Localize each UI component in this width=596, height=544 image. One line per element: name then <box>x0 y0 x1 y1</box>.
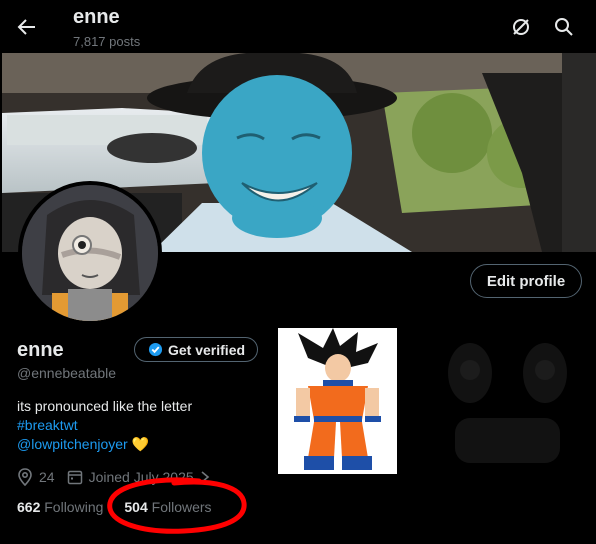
grok-button[interactable] <box>506 12 536 42</box>
location-icon <box>18 468 32 486</box>
location-text: 24 <box>39 469 55 485</box>
handle: @ennebeatable <box>17 365 117 381</box>
get-verified-button[interactable]: Get verified <box>134 337 258 362</box>
following-link[interactable]: 662 Following <box>17 499 103 515</box>
following-label: Following <box>44 499 104 515</box>
hashtag-link[interactable]: #breaktwt <box>17 417 78 433</box>
header-title: enne <box>73 6 120 28</box>
edit-profile-button[interactable]: Edit profile <box>470 264 582 298</box>
search-icon <box>555 18 573 36</box>
post-count: 7,817 posts <box>73 34 141 49</box>
goku-image <box>278 328 397 474</box>
calendar-icon <box>67 470 82 485</box>
get-verified-label: Get verified <box>168 341 246 358</box>
bio-text: its pronounced like the letter <box>17 398 193 414</box>
back-button[interactable] <box>10 10 44 44</box>
avatar-image <box>22 185 158 321</box>
following-count: 662 <box>17 499 41 515</box>
verified-badge-icon <box>148 342 163 357</box>
search-button[interactable] <box>549 12 579 42</box>
grok-icon <box>513 19 529 35</box>
avatar[interactable] <box>18 181 162 325</box>
bio: its pronounced like the letter #breaktwt… <box>17 397 192 454</box>
red-annotation-circle <box>107 477 247 534</box>
mention-link[interactable]: @lowpitchenjoyer <box>17 436 128 452</box>
display-name: enne <box>17 339 64 361</box>
faint-overlay-art <box>420 328 596 478</box>
heart-emoji: 💛 <box>131 436 150 452</box>
back-arrow-icon <box>17 19 35 35</box>
